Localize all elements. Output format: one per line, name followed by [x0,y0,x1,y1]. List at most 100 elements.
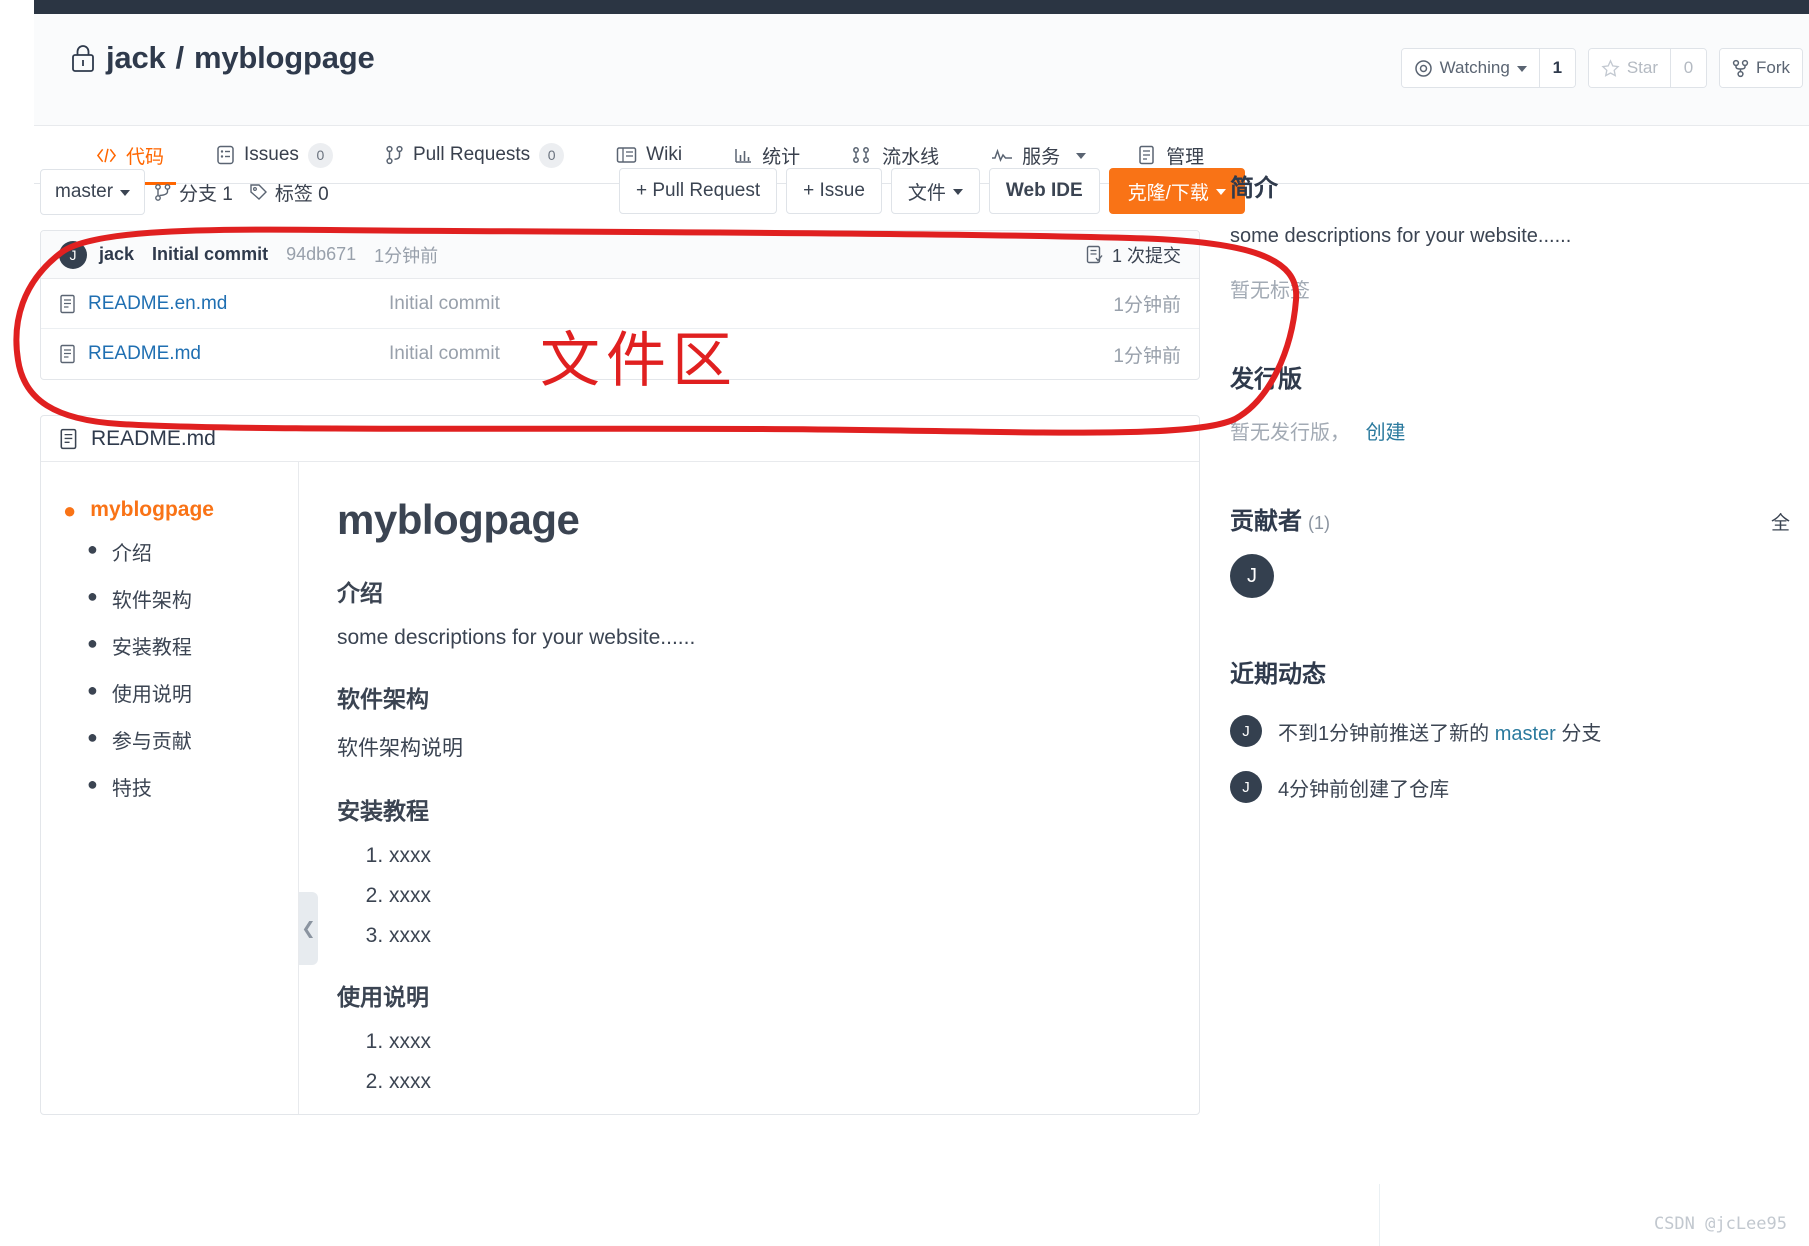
fork-button-group[interactable]: Fork [1719,48,1803,88]
commits-count-link[interactable]: 1 次提交 [1086,242,1181,268]
file-time: 1分钟前 [1113,295,1181,316]
commit-message[interactable]: Initial commit [152,244,268,265]
chevron-down-icon [120,190,131,196]
repo-owner[interactable]: jack [106,40,166,76]
commit-time: 1分钟前 [374,245,439,266]
tab-pipeline-label: 流水线 [882,146,940,168]
create-release-link[interactable]: 创建 [1366,422,1406,444]
chevron-down-icon [1215,189,1226,195]
readme-content: ❮ myblogpage 介绍 some descriptions for yo… [299,462,1199,1114]
readme-install-list: xxxx xxxx xxxx [337,844,1159,948]
file-text-icon [59,344,77,364]
sidebar-contributors-heading: 贡献者 (1) [1230,501,1330,536]
activity-prefix: 不到1分钟前推送了新的 [1278,722,1495,745]
branch-selector[interactable]: master [40,169,146,215]
chevron-left-icon: ❮ [301,918,316,938]
watermark: CSDN @jcLee95 [1653,1214,1787,1234]
repo-title: jack / myblogpage [70,40,375,76]
readme-heading-install: 安装教程 [337,798,429,824]
sidebar-contributors-label: 贡献者 [1230,508,1302,535]
branches-link[interactable]: 分支 1 [154,179,233,206]
service-icon [991,147,1013,163]
toc-item-architecture[interactable]: ● 软件架构 [41,575,298,622]
bullet-icon: ● [87,727,98,747]
tag-icon [249,183,268,202]
tab-pull-requests-badge: 0 [539,142,565,168]
tags-label: 标签 0 [274,184,329,205]
readme-card: README.md ● myblogpage ● 介绍 ● 软件架构 ● 安装教程 ● 使… [40,415,1200,1115]
toc-item-label: 介绍 [111,543,152,565]
toc-item-label: 使用说明 [111,684,192,706]
activity-text: 4分钟前创建了仓库 [1278,773,1449,802]
repo-name[interactable]: myblogpage [194,40,375,76]
file-time: 1分钟前 [1113,345,1181,367]
code-icon [96,147,117,164]
avatar[interactable]: J [1230,771,1262,803]
fork-icon [1732,59,1749,78]
file-text-icon [59,428,79,450]
toc-item-label: 安装教程 [111,637,192,659]
new-issue-button[interactable]: + Issue [786,168,882,214]
sidebar-releases-heading: 发行版 [1230,366,1302,393]
star-label: Star [1626,58,1658,77]
sidebar-about-text: some descriptions for your website...... [1230,225,1572,247]
chevron-down-icon [952,189,963,195]
toc-item-myblogpage[interactable]: ● myblogpage [41,492,298,528]
list-item: xxxx [389,924,1159,948]
annotation-label: 文件区 [540,326,738,396]
watch-count[interactable]: 1 [1538,49,1575,87]
toc-item-intro[interactable]: ● 介绍 [41,528,298,575]
issues-icon [216,145,235,165]
tab-pull-requests-label: Pull Requests [412,144,531,165]
commit-sha[interactable]: 94db671 [286,244,356,265]
file-name-cell[interactable]: README.md [59,343,389,365]
activity-suffix: 分支 [1555,722,1602,745]
files-dropdown-label: 文件 [907,182,946,204]
sidebar-no-release: 暂无发行版， 创建 [1230,416,1790,445]
readme-toc: ● myblogpage ● 介绍 ● 软件架构 ● 安装教程 ● 使用说明 ● 参与贡献 … [41,462,299,1114]
bullet-icon: ● [63,498,77,523]
tab-issues-label: Issues [244,144,299,165]
readme-header: README.md [41,416,1199,462]
new-pull-request-button[interactable]: + Pull Request [619,168,778,214]
clone-download-button[interactable]: 克隆/下载 [1108,168,1245,214]
web-ide-button[interactable]: Web IDE [988,168,1100,214]
avatar[interactable]: J [1230,715,1262,747]
commit-author[interactable]: jack [99,244,134,265]
readme-paragraph-architecture: 软件架构说明 [337,737,463,760]
sidebar-no-tags: 暂无标签 [1230,280,1310,302]
fork-label: Fork [1756,58,1790,77]
tags-link[interactable]: 标签 0 [249,179,329,206]
readme-heading-intro: 介绍 [337,580,383,606]
star-button[interactable]: Star [1588,49,1670,87]
files-dropdown-button[interactable]: 文件 [890,168,980,214]
watch-button[interactable]: Watching [1401,49,1539,87]
bullet-icon: ● [87,633,98,653]
avatar[interactable]: J [59,240,87,269]
divider [1379,1184,1380,1246]
commit-history-icon [1086,245,1104,264]
star-count[interactable]: 0 [1670,49,1706,87]
fork-button[interactable]: Fork [1720,49,1802,87]
toc-collapse-handle[interactable]: ❮ [299,892,318,965]
toc-item-contribute[interactable]: ● 参与贡献 [41,716,298,763]
star-button-group[interactable]: Star 0 [1587,48,1707,88]
window-top-strip [0,0,1809,14]
contributors-view-all-link[interactable]: 全 [1771,508,1790,535]
repo-sidebar: 简介 some descriptions for your website...… [1230,168,1790,827]
sidebar-about-heading: 简介 [1230,175,1278,202]
readme-heading-usage: 使用说明 [337,984,429,1010]
file-name-cell[interactable]: README.en.md [59,293,389,315]
activity-branch-link[interactable]: master [1495,723,1556,745]
toc-item-tricks[interactable]: ● 特技 [41,763,298,810]
toc-item-install[interactable]: ● 安装教程 [41,622,298,669]
toc-item-label: myblogpage [90,498,214,521]
readme-title: myblogpage [337,496,580,543]
sidebar-contributors-count: (1) [1308,513,1330,533]
list-item: xxxx [389,1070,1159,1094]
repo-separator: / [175,40,185,75]
list-item: xxxx [389,1030,1159,1054]
avatar[interactable]: J [1230,554,1274,598]
toc-item-usage[interactable]: ● 使用说明 [41,669,298,716]
watch-button-group[interactable]: Watching 1 [1400,48,1576,88]
